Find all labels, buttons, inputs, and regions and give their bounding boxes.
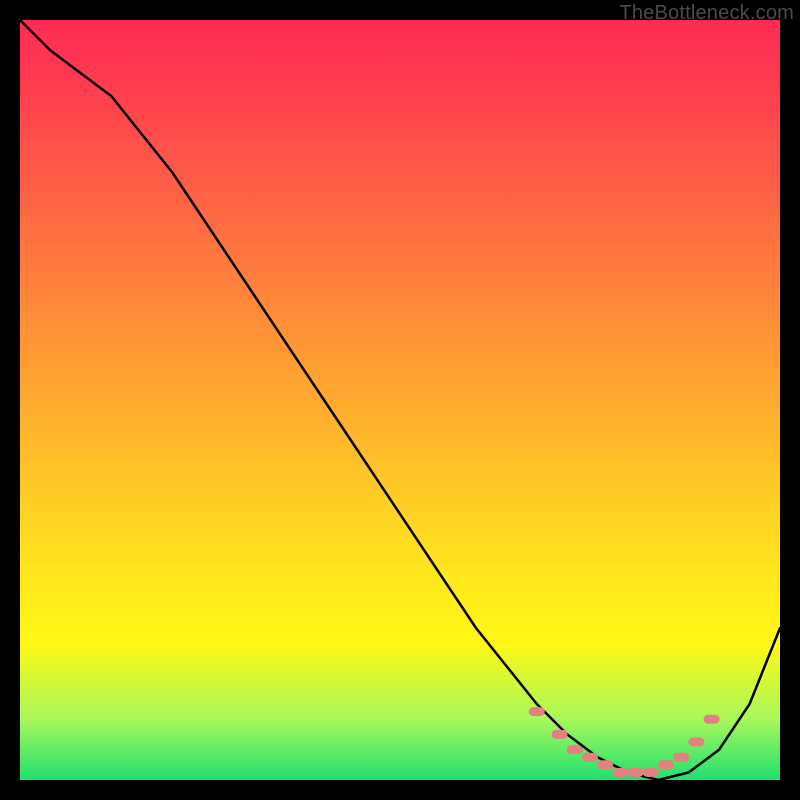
marker-dot (643, 768, 659, 777)
marker-dot (567, 745, 583, 754)
marker-dot (582, 753, 598, 762)
marker-dot (597, 760, 613, 769)
chart-frame: TheBottleneck.com (0, 0, 800, 800)
plot-area (20, 20, 780, 780)
bottleneck-curve-line (20, 20, 780, 780)
marker-dot (529, 707, 545, 716)
marker-dot (552, 730, 568, 739)
marker-dot (704, 715, 720, 724)
marker-dot (628, 768, 644, 777)
marker-dot (612, 768, 628, 777)
marker-dot (688, 738, 704, 747)
marker-dot (673, 753, 689, 762)
marker-dot (658, 760, 674, 769)
chart-svg (20, 20, 780, 780)
sweet-spot-markers (529, 707, 720, 777)
